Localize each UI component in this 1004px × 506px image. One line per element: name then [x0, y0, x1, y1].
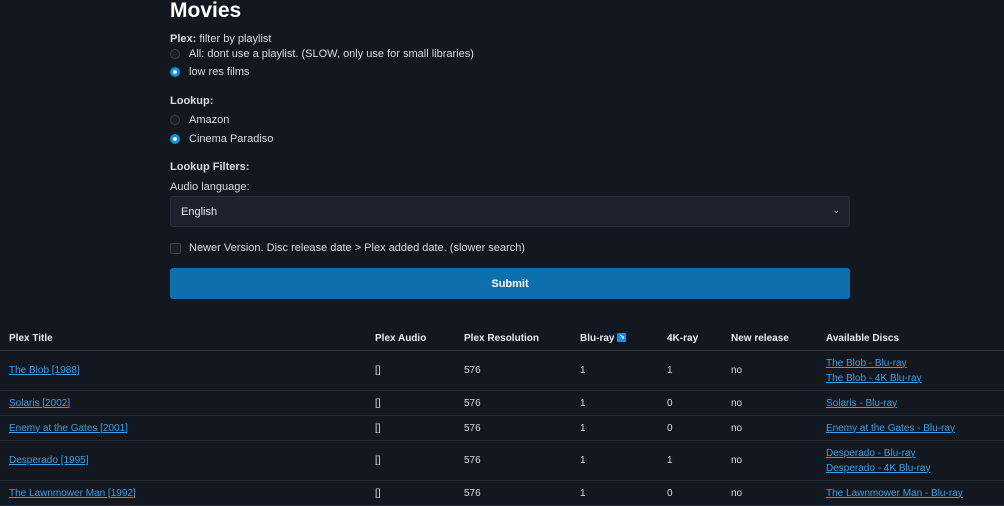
disc-link[interactable]: Desperado - Blu-ray — [826, 446, 1004, 461]
radio-amazon-option[interactable]: Amazon — [170, 113, 229, 127]
cell-audio: [] — [366, 480, 455, 506]
radio-low-res-option[interactable]: low res films — [170, 65, 250, 79]
cell-discs: Enemy at the Gates - Blu-ray — [817, 415, 1004, 441]
cell-resolution: 576 — [455, 350, 571, 391]
cell-bluray: 1 — [571, 480, 658, 506]
cell-4k: 0 — [658, 480, 722, 506]
radio-cinema-paradiso-option[interactable]: Cinema Paradiso — [170, 132, 273, 146]
radio-all-label: All: dont use a playlist. (SLOW, only us… — [189, 48, 474, 60]
radio-amazon-label: Amazon — [189, 114, 230, 126]
results-table: Plex Title Plex Audio Plex Resolution Bl… — [0, 326, 1004, 506]
page-title: Movies — [170, 0, 242, 22]
radio-all[interactable] — [170, 49, 180, 59]
table-row: Solaris [2002] [] 576 1 0 no Solaris - B… — [0, 390, 1004, 416]
cell-new-release: no — [722, 480, 817, 506]
table-header-row: Plex Title Plex Audio Plex Resolution Bl… — [0, 326, 1004, 351]
audio-language-value: English — [181, 205, 218, 218]
radio-amazon[interactable] — [170, 115, 180, 125]
table-row: The Blob [1988] [] 576 1 1 no The Blob -… — [0, 350, 1004, 391]
header-plex-resolution[interactable]: Plex Resolution — [455, 326, 571, 351]
cell-4k: 0 — [658, 415, 722, 441]
radio-cinema-paradiso[interactable] — [170, 134, 180, 144]
cell-title: Solaris [2002] — [0, 390, 366, 416]
header-new-release[interactable]: New release — [722, 326, 817, 351]
cell-title: The Blob [1988] — [0, 350, 366, 391]
header-bluray[interactable]: Blu-ray ↘ — [571, 326, 658, 351]
cell-audio: [] — [366, 440, 455, 481]
title-link[interactable]: Solaris [2002] — [9, 398, 70, 409]
header-plex-audio[interactable]: Plex Audio — [366, 326, 455, 351]
cell-resolution: 576 — [455, 390, 571, 416]
cell-resolution: 576 — [455, 415, 571, 441]
plex-label-bold: Plex: — [170, 33, 197, 45]
title-link[interactable]: The Lawnmower Man [1992] — [9, 488, 136, 499]
cell-bluray: 1 — [571, 440, 658, 481]
chevron-down-icon: ⌄ — [832, 205, 840, 215]
cell-audio: [] — [366, 350, 455, 391]
cell-resolution: 576 — [455, 480, 571, 506]
table-row: The Lawnmower Man [1992] [] 576 1 0 no T… — [0, 480, 1004, 506]
disc-link[interactable]: Solaris - Blu-ray — [826, 396, 1004, 411]
sort-descending-icon[interactable]: ↘ — [617, 333, 627, 343]
newer-version-label: Newer Version. Disc release date > Plex … — [189, 242, 525, 254]
cell-resolution: 576 — [455, 440, 571, 481]
cell-new-release: no — [722, 440, 817, 481]
cell-title: Desperado [1995] — [0, 440, 366, 481]
lookup-label: Lookup: — [170, 95, 214, 107]
audio-language-label: Audio language: — [170, 181, 250, 193]
table-row: Desperado [1995] [] 576 1 1 no Desperado… — [0, 440, 1004, 481]
disc-link[interactable]: The Blob - 4K Blu-ray — [826, 371, 1004, 386]
title-link[interactable]: The Blob [1988] — [9, 365, 80, 376]
cell-new-release: no — [722, 415, 817, 441]
cell-discs: The Blob - Blu-ray The Blob - 4K Blu-ray — [817, 350, 1004, 391]
cell-title: The Lawnmower Man [1992] — [0, 480, 366, 506]
cell-discs: The Lawnmower Man - Blu-ray — [817, 480, 1004, 506]
cell-new-release: no — [722, 350, 817, 391]
lookup-filters-label: Lookup Filters: — [170, 161, 250, 173]
cell-new-release: no — [722, 390, 817, 416]
header-4k-ray[interactable]: 4K-ray — [658, 326, 722, 351]
disc-link[interactable]: The Blob - Blu-ray — [826, 356, 1004, 371]
cell-audio: [] — [366, 415, 455, 441]
submit-button[interactable]: Submit — [170, 268, 850, 299]
cell-4k: 1 — [658, 350, 722, 391]
cell-4k: 1 — [658, 440, 722, 481]
cell-discs: Desperado - Blu-ray Desperado - 4K Blu-r… — [817, 440, 1004, 481]
cell-4k: 0 — [658, 390, 722, 416]
radio-all-option[interactable]: All: dont use a playlist. (SLOW, only us… — [170, 47, 474, 61]
disc-link[interactable]: Enemy at the Gates - Blu-ray — [826, 421, 1004, 436]
audio-language-select[interactable]: English ⌄ — [170, 196, 850, 227]
cell-bluray: 1 — [571, 415, 658, 441]
radio-low-res[interactable] — [170, 67, 180, 77]
header-available-discs[interactable]: Available Discs — [817, 326, 1004, 351]
disc-link[interactable]: Desperado - 4K Blu-ray — [826, 461, 1004, 476]
newer-version-checkbox[interactable] — [170, 242, 181, 254]
radio-low-res-label: low res films — [189, 66, 250, 78]
newer-version-option[interactable]: Newer Version. Disc release date > Plex … — [170, 241, 525, 255]
table-row: Enemy at the Gates [2001] [] 576 1 0 no … — [0, 415, 1004, 441]
title-link[interactable]: Enemy at the Gates [2001] — [9, 423, 128, 434]
plex-label-rest: filter by playlist — [199, 33, 272, 45]
cell-bluray: 1 — [571, 350, 658, 391]
header-bluray-label: Blu-ray — [580, 332, 615, 344]
disc-link[interactable]: The Lawnmower Man - Blu-ray — [826, 486, 1004, 501]
plex-filter-label: Plex: filter by playlist — [170, 33, 272, 45]
title-link[interactable]: Desperado [1995] — [9, 455, 89, 466]
header-plex-title[interactable]: Plex Title — [0, 326, 366, 351]
cell-audio: [] — [366, 390, 455, 416]
cell-title: Enemy at the Gates [2001] — [0, 415, 366, 441]
cell-discs: Solaris - Blu-ray — [817, 390, 1004, 416]
cell-bluray: 1 — [571, 390, 658, 416]
radio-cinema-paradiso-label: Cinema Paradiso — [189, 133, 274, 145]
